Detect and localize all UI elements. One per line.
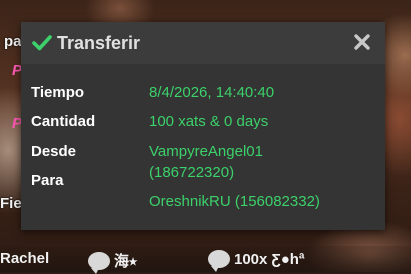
check-icon	[32, 35, 52, 51]
dialog-header: Transferir	[21, 22, 385, 64]
value-desde-id: (186722320)	[149, 164, 235, 181]
chat-bubble-icon	[88, 251, 110, 274]
label-cantidad: Cantidad	[31, 113, 96, 130]
user-name: 100x Ƹ●hª	[234, 250, 305, 268]
label-tiempo: Tiempo	[31, 84, 85, 101]
value-para: OreshnikRU (156082332)	[149, 193, 320, 210]
user-list-bar	[0, 246, 411, 272]
label-desde: Desde	[31, 143, 77, 160]
transfer-dialog: Transferir Tiempo 8/4/2026, 14:40:40 Can…	[21, 22, 385, 230]
user-name: 海⭑	[114, 253, 138, 270]
background-text-fragment: pa	[4, 33, 22, 50]
value-tiempo: 8/4/2026, 14:40:40	[149, 84, 275, 101]
close-icon[interactable]	[353, 33, 371, 51]
user-name: Rachel	[0, 250, 50, 267]
dialog-title: Transferir	[57, 32, 141, 53]
label-para: Para	[31, 172, 64, 189]
background-text-fragment: Fie	[0, 195, 22, 212]
value-cantidad: 100 xats & 0 days	[149, 113, 269, 130]
user-entry[interactable]: 100x Ƹ●hª	[208, 250, 305, 272]
user-entry[interactable]: 海⭑	[88, 250, 138, 274]
value-desde-name: VampyreAngel01	[149, 143, 263, 160]
chat-bubble-icon	[208, 250, 230, 272]
user-entry[interactable]: Rachel	[0, 250, 49, 267]
